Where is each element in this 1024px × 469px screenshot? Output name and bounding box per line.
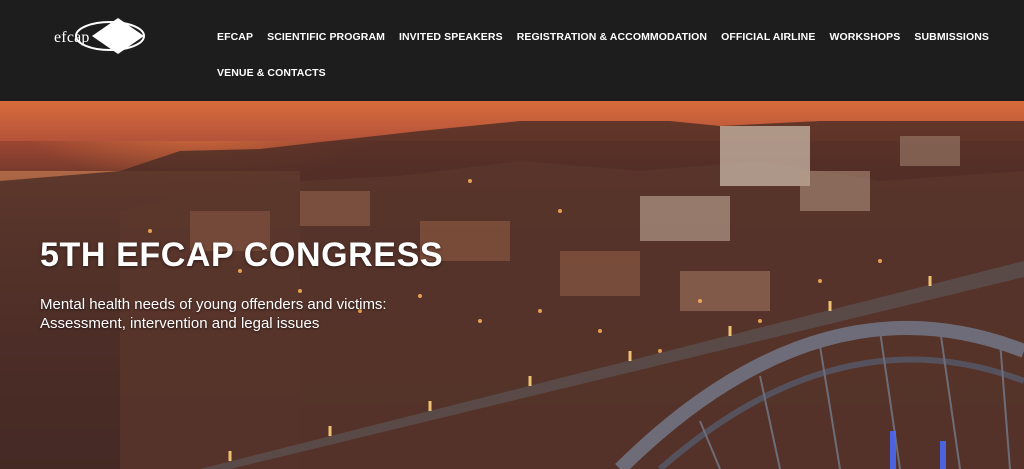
nav-venue-contacts[interactable]: VENUE & CONTACTS <box>210 64 333 82</box>
site-header: efcap EFCAP SCIENTIFIC PROGRAM INVITED S… <box>0 0 1024 101</box>
hero-subtitle-line1: Mental health needs of young offenders a… <box>40 296 387 313</box>
nav-workshops[interactable]: WORKSHOPS <box>822 28 907 46</box>
main-nav: EFCAP SCIENTIFIC PROGRAM INVITED SPEAKER… <box>210 28 989 79</box>
hero-subtitle-line2: Assessment, intervention and legal issue… <box>40 315 320 332</box>
logo-text: efcap <box>54 29 90 46</box>
nav-registration-accommodation[interactable]: REGISTRATION & ACCOMMODATION <box>510 28 714 46</box>
nav-invited-speakers[interactable]: INVITED SPEAKERS <box>392 28 510 46</box>
efcap-logo[interactable]: efcap <box>52 16 148 56</box>
hero-banner: 5TH EFCAP CONGRESS Mental health needs o… <box>0 101 1024 469</box>
hero-title: 5TH EFCAP CONGRESS <box>40 236 444 274</box>
nav-submissions[interactable]: SUBMISSIONS <box>907 28 996 46</box>
hero-subtitle: Mental health needs of young offenders a… <box>40 295 387 333</box>
nav-efcap[interactable]: EFCAP <box>210 28 260 46</box>
nav-official-airline[interactable]: OFFICIAL AIRLINE <box>714 28 822 46</box>
nav-scientific-program[interactable]: SCIENTIFIC PROGRAM <box>260 28 392 46</box>
